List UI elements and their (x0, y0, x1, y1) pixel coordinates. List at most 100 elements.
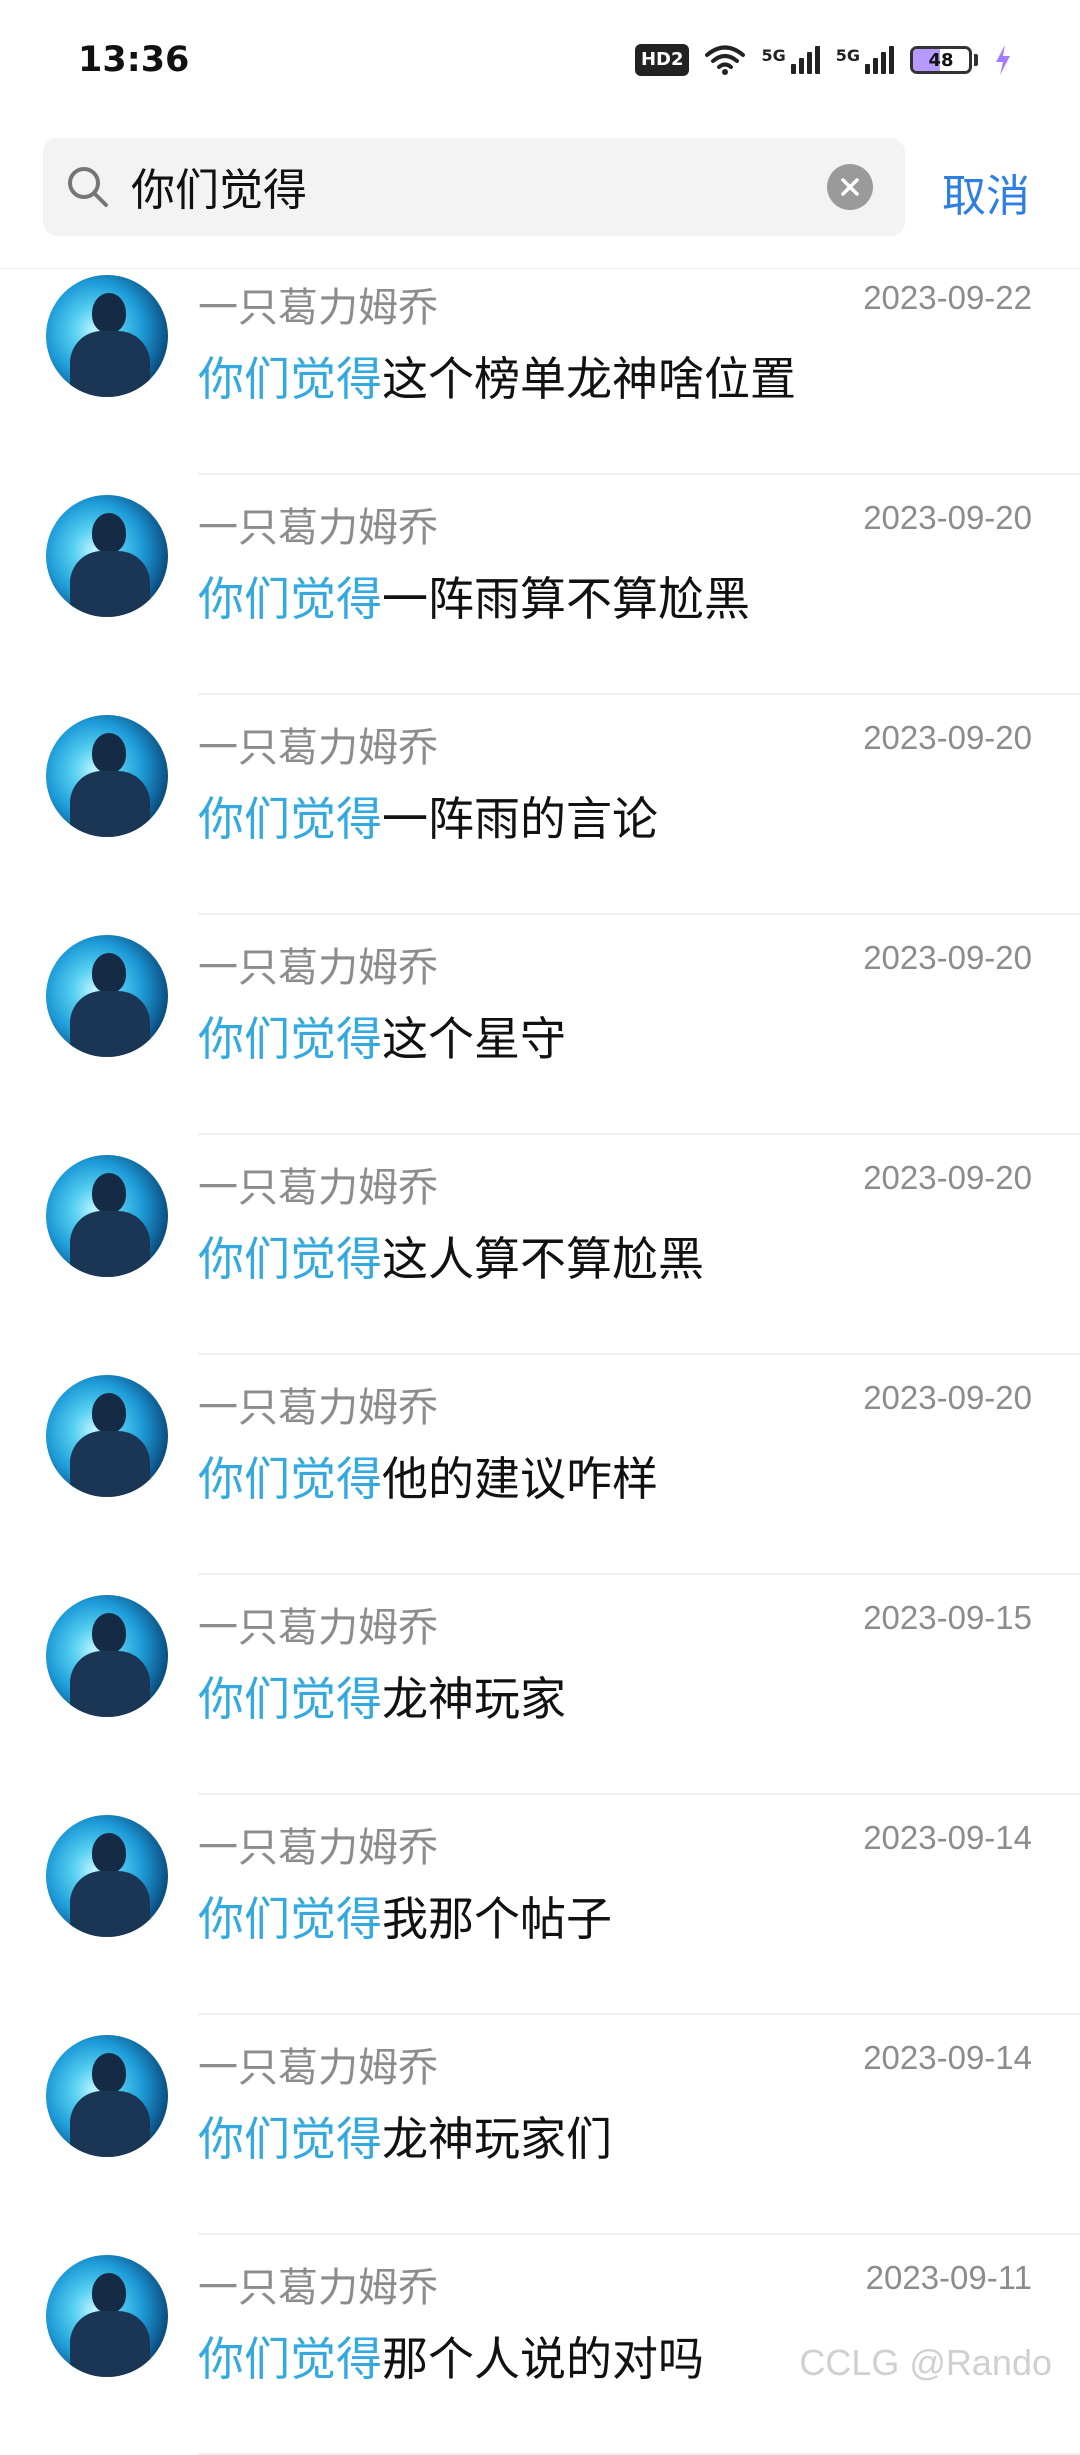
network-type-label: 5G (835, 46, 860, 65)
avatar-figure-head (92, 1173, 126, 1213)
battery-tip (974, 54, 978, 66)
avatar[interactable] (46, 715, 168, 837)
avatar-figure-head (92, 2053, 126, 2093)
author-name: 一只葛力姆乔 (198, 505, 438, 551)
title-rest: 他的建议咋样 (382, 1452, 658, 1506)
title-rest: 我那个帖子 (382, 1892, 612, 1946)
post-date: 2023-09-20 (863, 499, 1032, 536)
status-icons: HD2 5G 5G 48 (634, 38, 1012, 82)
result-item[interactable]: 一只葛力姆乔 2023-09-20 你们觉得这个星守 (0, 915, 1080, 1135)
post-title: 你们觉得这个星守 (198, 1003, 566, 1069)
clear-search-button[interactable] (827, 164, 873, 210)
author-name: 一只葛力姆乔 (198, 1165, 438, 1211)
post-date: 2023-09-14 (863, 1819, 1032, 1856)
post-date: 2023-09-11 (865, 2259, 1032, 2296)
avatar-figure-body (70, 2091, 150, 2157)
status-bar: 13:36 HD2 5G 5G 48 (0, 0, 1080, 125)
signal-icon: 5G (836, 46, 894, 74)
battery-icon: 48 (910, 46, 972, 74)
cancel-button[interactable]: 取消 (942, 160, 1030, 224)
charging-icon (996, 45, 1010, 75)
signal-icon: 5G (761, 46, 820, 74)
wifi-icon (705, 45, 746, 75)
query-highlight: 你们觉得 (198, 792, 382, 846)
result-item[interactable]: 一只葛力姆乔 2023-09-20 你们觉得他的建议咋样 (0, 1355, 1080, 1575)
query-highlight: 你们觉得 (198, 352, 382, 406)
post-title: 你们觉得一阵雨算不算尬黑 (198, 563, 750, 629)
avatar-figure-head (92, 2273, 126, 2313)
query-highlight: 你们觉得 (198, 2112, 382, 2166)
title-rest: 龙神玩家 (382, 1672, 566, 1726)
query-highlight: 你们觉得 (198, 1012, 382, 1066)
avatar-figure-body (70, 331, 150, 397)
query-highlight: 你们觉得 (198, 1232, 382, 1286)
watermark: CCLG @Rando (799, 2342, 1052, 2383)
result-item[interactable]: 一只葛力姆乔 2023-09-22 你们觉得这个榜单龙神啥位置 (0, 255, 1080, 475)
avatar[interactable] (46, 1155, 168, 1277)
avatar-figure-body (70, 1431, 150, 1497)
post-title: 你们觉得他的建议咋样 (198, 1443, 658, 1509)
author-name: 一只葛力姆乔 (198, 2265, 438, 2311)
author-name: 一只葛力姆乔 (198, 1385, 438, 1431)
status-time: 13:36 (78, 40, 190, 80)
author-name: 一只葛力姆乔 (198, 725, 438, 771)
avatar[interactable] (46, 1815, 168, 1937)
post-date: 2023-09-22 (863, 279, 1032, 316)
result-item[interactable]: 一只葛力姆乔 2023-09-14 你们觉得龙神玩家们 (0, 2015, 1080, 2235)
avatar-figure-body (70, 1651, 150, 1717)
post-title: 你们觉得这人算不算尬黑 (198, 1223, 704, 1289)
post-date: 2023-09-20 (863, 1379, 1032, 1416)
result-item[interactable]: 一只葛力姆乔 2023-09-20 你们觉得一阵雨的言论 (0, 695, 1080, 915)
avatar-figure-body (70, 1871, 150, 1937)
avatar-figure-body (70, 771, 150, 837)
title-rest: 这个榜单龙神啥位置 (382, 352, 796, 406)
title-rest: 那个人说的对吗 (382, 2332, 704, 2386)
result-item[interactable]: 一只葛力姆乔 2023-09-20 你们觉得这人算不算尬黑 (0, 1135, 1080, 1355)
search-box[interactable] (43, 138, 905, 236)
title-rest: 这个星守 (382, 1012, 566, 1066)
avatar-figure-head (92, 733, 126, 773)
post-title: 你们觉得我那个帖子 (198, 1883, 612, 1949)
avatar[interactable] (46, 935, 168, 1057)
query-highlight: 你们觉得 (198, 1892, 382, 1946)
post-title: 你们觉得这个榜单龙神啥位置 (198, 343, 796, 409)
avatar-figure-head (92, 953, 126, 993)
post-title: 你们觉得那个人说的对吗 (198, 2323, 704, 2389)
author-name: 一只葛力姆乔 (198, 1825, 438, 1871)
query-highlight: 你们觉得 (198, 1672, 382, 1726)
avatar-figure-body (70, 991, 150, 1057)
post-date: 2023-09-15 (863, 1599, 1032, 1636)
avatar-figure-head (92, 513, 126, 553)
avatar-figure-body (70, 2311, 150, 2377)
network-type-label: 5G (761, 46, 786, 65)
search-results-list: 一只葛力姆乔 2023-09-22 你们觉得这个榜单龙神啥位置 一只葛力姆乔 2023-… (0, 255, 1080, 2455)
hd-voice-icon: HD2 (634, 44, 690, 76)
avatar[interactable] (46, 2035, 168, 2157)
query-highlight: 你们觉得 (198, 1452, 382, 1506)
title-rest: 一阵雨的言论 (382, 792, 658, 846)
author-name: 一只葛力姆乔 (198, 1605, 438, 1651)
avatar[interactable] (46, 275, 168, 397)
avatar-figure-head (92, 1613, 126, 1653)
search-bar: 取消 (0, 138, 1080, 238)
post-date: 2023-09-20 (863, 719, 1032, 756)
result-item[interactable]: 一只葛力姆乔 2023-09-20 你们觉得一阵雨算不算尬黑 (0, 475, 1080, 695)
result-item[interactable]: 一只葛力姆乔 2023-09-14 你们觉得我那个帖子 (0, 1795, 1080, 2015)
avatar-figure-body (70, 551, 150, 617)
avatar-figure-body (70, 1211, 150, 1277)
search-input[interactable] (131, 158, 831, 214)
avatar[interactable] (46, 1375, 168, 1497)
title-rest: 龙神玩家们 (382, 2112, 612, 2166)
avatar-figure-head (92, 1833, 126, 1873)
author-name: 一只葛力姆乔 (198, 285, 438, 331)
post-date: 2023-09-20 (863, 939, 1032, 976)
result-item[interactable]: 一只葛力姆乔 2023-09-15 你们觉得龙神玩家 (0, 1575, 1080, 1795)
author-name: 一只葛力姆乔 (198, 945, 438, 991)
avatar-figure-head (92, 1393, 126, 1433)
search-icon (68, 167, 108, 207)
avatar[interactable] (46, 2255, 168, 2377)
avatar[interactable] (46, 1595, 168, 1717)
title-rest: 这人算不算尬黑 (382, 1232, 704, 1286)
query-highlight: 你们觉得 (198, 2332, 382, 2386)
avatar[interactable] (46, 495, 168, 617)
